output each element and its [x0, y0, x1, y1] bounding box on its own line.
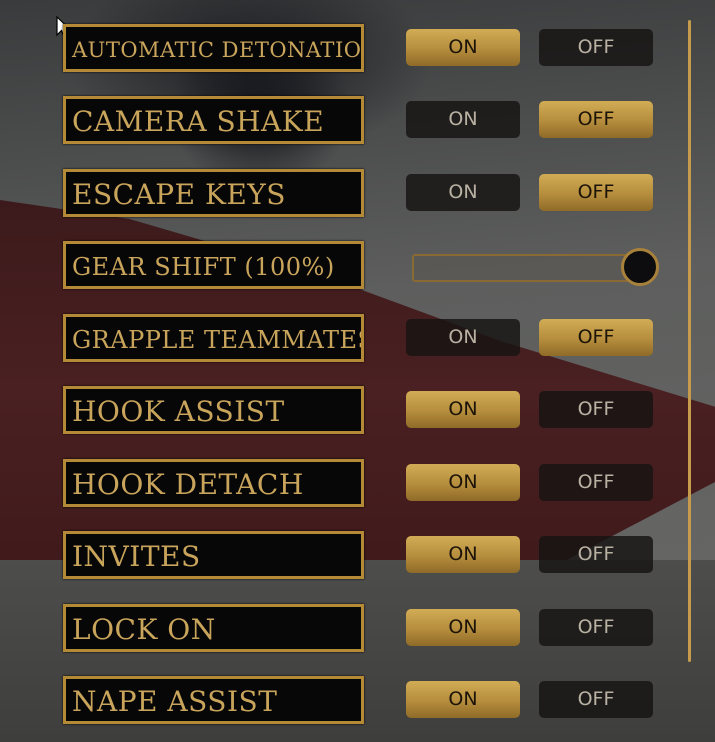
on-button[interactable]: ON — [406, 174, 520, 211]
off-button[interactable]: OFF — [539, 464, 653, 501]
setting-row-nape-assist: NAPE ASSIST ON OFF — [63, 676, 668, 730]
setting-label: GEAR SHIFT (100%) — [63, 241, 364, 289]
gear-shift-slider-knob[interactable] — [621, 248, 659, 286]
on-button[interactable]: ON — [406, 681, 520, 718]
setting-label: HOOK DETACH — [63, 459, 364, 507]
setting-label: LOCK ON — [63, 604, 364, 652]
off-button[interactable]: OFF — [539, 681, 653, 718]
setting-label: INVITES — [63, 531, 364, 579]
off-button[interactable]: OFF — [539, 391, 653, 428]
off-button[interactable]: OFF — [539, 101, 653, 138]
setting-label: CAMERA SHAKE — [63, 96, 364, 144]
setting-row-escape-keys: ESCAPE KEYS ON OFF — [63, 169, 668, 223]
setting-row-invites: INVITES ON OFF — [63, 531, 668, 585]
on-button[interactable]: ON — [406, 101, 520, 138]
on-button[interactable]: ON — [406, 391, 520, 428]
setting-row-camera-shake: CAMERA SHAKE ON OFF — [63, 96, 668, 150]
on-button[interactable]: ON — [406, 319, 520, 356]
setting-label: ESCAPE KEYS — [63, 169, 364, 217]
on-button[interactable]: ON — [406, 29, 520, 66]
off-button[interactable]: OFF — [539, 536, 653, 573]
on-button[interactable]: ON — [406, 464, 520, 501]
setting-row-automatic-detonation: AUTOMATIC DETONATION ON OFF — [63, 24, 668, 78]
on-button[interactable]: ON — [406, 609, 520, 646]
setting-row-hook-assist: HOOK ASSIST ON OFF — [63, 386, 668, 440]
setting-label: AUTOMATIC DETONATION — [63, 24, 364, 72]
setting-row-hook-detach: HOOK DETACH ON OFF — [63, 459, 668, 513]
gear-shift-slider-track[interactable] — [412, 254, 640, 282]
setting-label: HOOK ASSIST — [63, 386, 364, 434]
setting-label: GRAPPLE TEAMMATES — [63, 314, 364, 362]
setting-row-lock-on: LOCK ON ON OFF — [63, 604, 668, 658]
setting-label: NAPE ASSIST — [63, 676, 364, 724]
off-button[interactable]: OFF — [539, 609, 653, 646]
scrollbar[interactable] — [688, 20, 691, 662]
setting-row-grapple-teammates: GRAPPLE TEAMMATES ON OFF — [63, 314, 668, 368]
off-button[interactable]: OFF — [539, 29, 653, 66]
off-button[interactable]: OFF — [539, 319, 653, 356]
on-button[interactable]: ON — [406, 536, 520, 573]
setting-row-gear-shift-100: GEAR SHIFT (100%) — [63, 241, 668, 295]
off-button[interactable]: OFF — [539, 174, 653, 211]
